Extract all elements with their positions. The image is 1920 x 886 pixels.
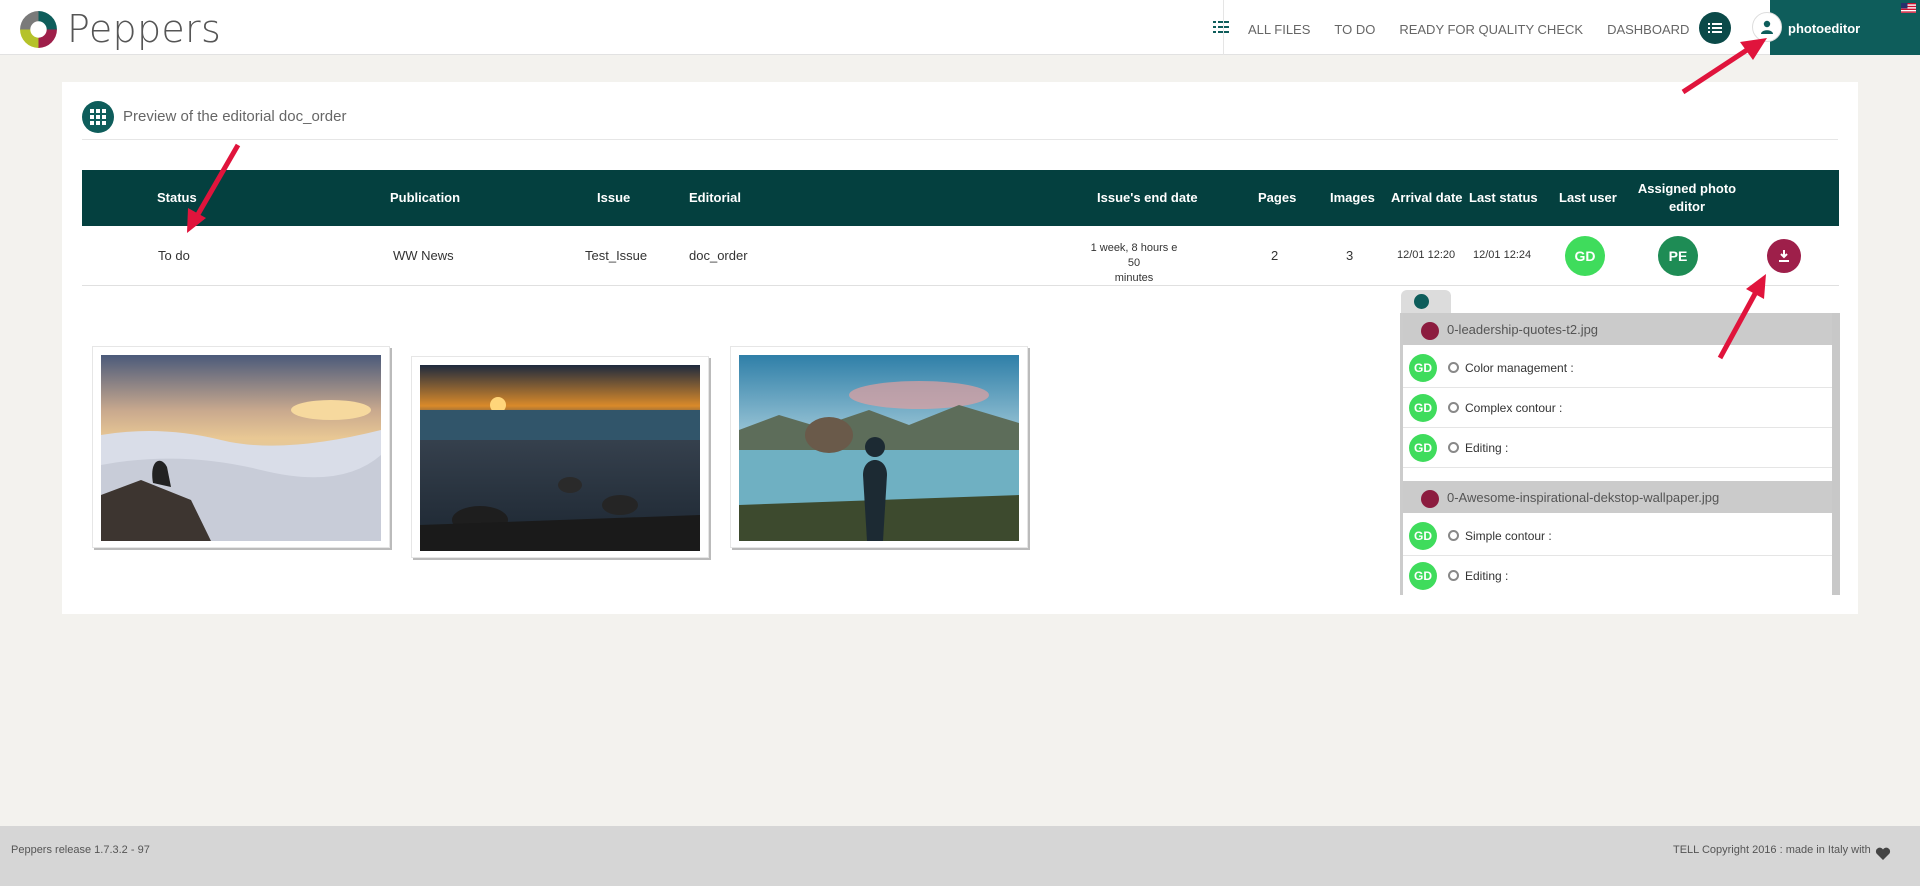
file-name: 0-leadership-quotes-t2.jpg	[1447, 322, 1599, 337]
user-name[interactable]: photoeditor	[1788, 21, 1860, 36]
task-row[interactable]: GD Complex contour :	[1403, 388, 1835, 428]
header-issue-end-date[interactable]: Issue's end date	[1097, 189, 1198, 207]
image-thumbnail[interactable]	[730, 346, 1028, 548]
clock-icon	[1448, 530, 1459, 541]
cell-last-status: 12/01 12:24	[1473, 249, 1532, 261]
task-user-avatar: GD	[1409, 562, 1437, 590]
file-tasks-panel: 0-leadership-quotes-t2.jpg GD Color mana…	[1400, 313, 1840, 595]
footer: Peppers release 1.7.3.2 - 97 TELL Copyri…	[0, 826, 1920, 886]
file-header[interactable]: 0-Awesome-inspirational-dekstop-wallpape…	[1403, 481, 1835, 513]
header-assigned-photo-editor[interactable]: Assigned photo editor	[1632, 180, 1742, 216]
task-user-avatar: GD	[1409, 354, 1437, 382]
cell-arrival-date: 12/01 12:20	[1397, 249, 1456, 261]
nav-divider	[1223, 0, 1224, 55]
header-images[interactable]: Images	[1330, 189, 1375, 207]
rocky-shore-sunset-photo	[420, 365, 700, 551]
cell-issue-end-date: 1 week, 8 hours e 50 minutes	[1084, 241, 1184, 286]
top-bar: Peppers ALL FILES TO DO READY FOR QUALIT…	[0, 0, 1920, 55]
clock-icon	[1448, 570, 1459, 581]
header-publication[interactable]: Publication	[390, 189, 460, 207]
header-assigned-line1: Assigned photo	[1637, 181, 1737, 196]
title-divider	[82, 139, 1838, 140]
file-header[interactable]: 0-leadership-quotes-t2.jpg	[1403, 313, 1835, 345]
cell-status: To do	[158, 248, 190, 263]
table-row[interactable]: To do WW News Test_Issue doc_order 1 wee…	[82, 226, 1839, 286]
table-header: Status Publication Issue Editorial Issue…	[82, 170, 1839, 226]
nav-dashboard[interactable]: DASHBOARD	[1607, 22, 1689, 37]
clouds-sunset-photo	[101, 355, 381, 541]
app-name[interactable]: Peppers	[67, 7, 221, 51]
clock-icon	[1448, 362, 1459, 373]
task-label: Complex contour :	[1465, 401, 1563, 415]
menu-button[interactable]	[1699, 12, 1731, 44]
panel-scrollbar[interactable]	[1832, 313, 1840, 595]
header-last-status[interactable]: Last status	[1469, 189, 1538, 207]
clock-icon	[1448, 442, 1459, 453]
task-label: Editing :	[1465, 441, 1509, 455]
task-label: Editing :	[1465, 569, 1509, 583]
file-name: 0-Awesome-inspirational-dekstop-wallpape…	[1447, 490, 1720, 505]
end-date-line2: minutes	[1114, 272, 1154, 284]
heart-icon	[1875, 847, 1891, 860]
mountain-lake-photo	[739, 355, 1019, 541]
image-thumbnail[interactable]	[92, 346, 390, 548]
page-title: Preview of the editorial doc_order	[123, 108, 347, 125]
cell-pages: 2	[1271, 248, 1279, 263]
panel-tab[interactable]	[1401, 290, 1451, 314]
task-user-avatar: GD	[1409, 434, 1437, 462]
cell-images: 3	[1346, 248, 1354, 263]
clock-icon	[1414, 294, 1429, 309]
user-icon	[1761, 20, 1773, 34]
us-flag-icon[interactable]	[1901, 3, 1916, 13]
header-last-user[interactable]: Last user	[1559, 189, 1617, 207]
download-button[interactable]	[1767, 239, 1801, 273]
nav-all-files[interactable]: ALL FILES	[1248, 22, 1310, 37]
download-icon	[1779, 250, 1789, 262]
image-thumbnail[interactable]	[411, 356, 709, 558]
task-row[interactable]: GD Editing :	[1403, 556, 1835, 595]
peppers-logo-icon[interactable]	[18, 9, 59, 50]
header-editorial[interactable]: Editorial	[689, 189, 741, 207]
header-issue[interactable]: Issue	[597, 189, 630, 207]
task-row[interactable]: GD Editing :	[1403, 428, 1835, 468]
image-file-icon	[1421, 490, 1439, 508]
task-user-avatar: GD	[1409, 394, 1437, 422]
list-icon	[1708, 23, 1722, 33]
task-user-avatar: GD	[1409, 522, 1437, 550]
main-nav: ALL FILES TO DO READY FOR QUALITY CHECK …	[1248, 22, 1713, 37]
assigned-editor-avatar[interactable]: PE	[1658, 236, 1698, 276]
task-row[interactable]: GD Simple contour :	[1403, 516, 1835, 556]
list-icon[interactable]	[1213, 20, 1229, 34]
image-file-icon	[1421, 322, 1439, 340]
last-user-avatar[interactable]: GD	[1565, 236, 1605, 276]
cell-publication: WW News	[393, 248, 454, 263]
header-pages[interactable]: Pages	[1258, 189, 1296, 207]
user-avatar[interactable]	[1752, 12, 1782, 42]
release-info: Peppers release 1.7.3.2 - 97	[11, 844, 150, 856]
grid-icon	[90, 109, 106, 125]
header-arrival-date[interactable]: Arrival date	[1391, 189, 1463, 207]
task-label: Simple contour :	[1465, 529, 1552, 543]
end-date-line1: 1 week, 8 hours e 50	[1090, 242, 1178, 269]
clock-icon	[1448, 402, 1459, 413]
header-status[interactable]: Status	[157, 189, 197, 207]
nav-ready-for-quality-check[interactable]: READY FOR QUALITY CHECK	[1399, 22, 1583, 37]
grid-button[interactable]	[82, 101, 114, 133]
copyright: TELL Copyright 2016 : made in Italy with	[1673, 844, 1871, 856]
nav-to-do[interactable]: TO DO	[1334, 22, 1375, 37]
task-label: Color management :	[1465, 361, 1574, 375]
cell-editorial: doc_order	[689, 248, 748, 263]
cell-issue: Test_Issue	[585, 248, 648, 263]
task-row[interactable]: GD Color management :	[1403, 348, 1835, 388]
header-assigned-line2: editor	[1668, 199, 1706, 214]
